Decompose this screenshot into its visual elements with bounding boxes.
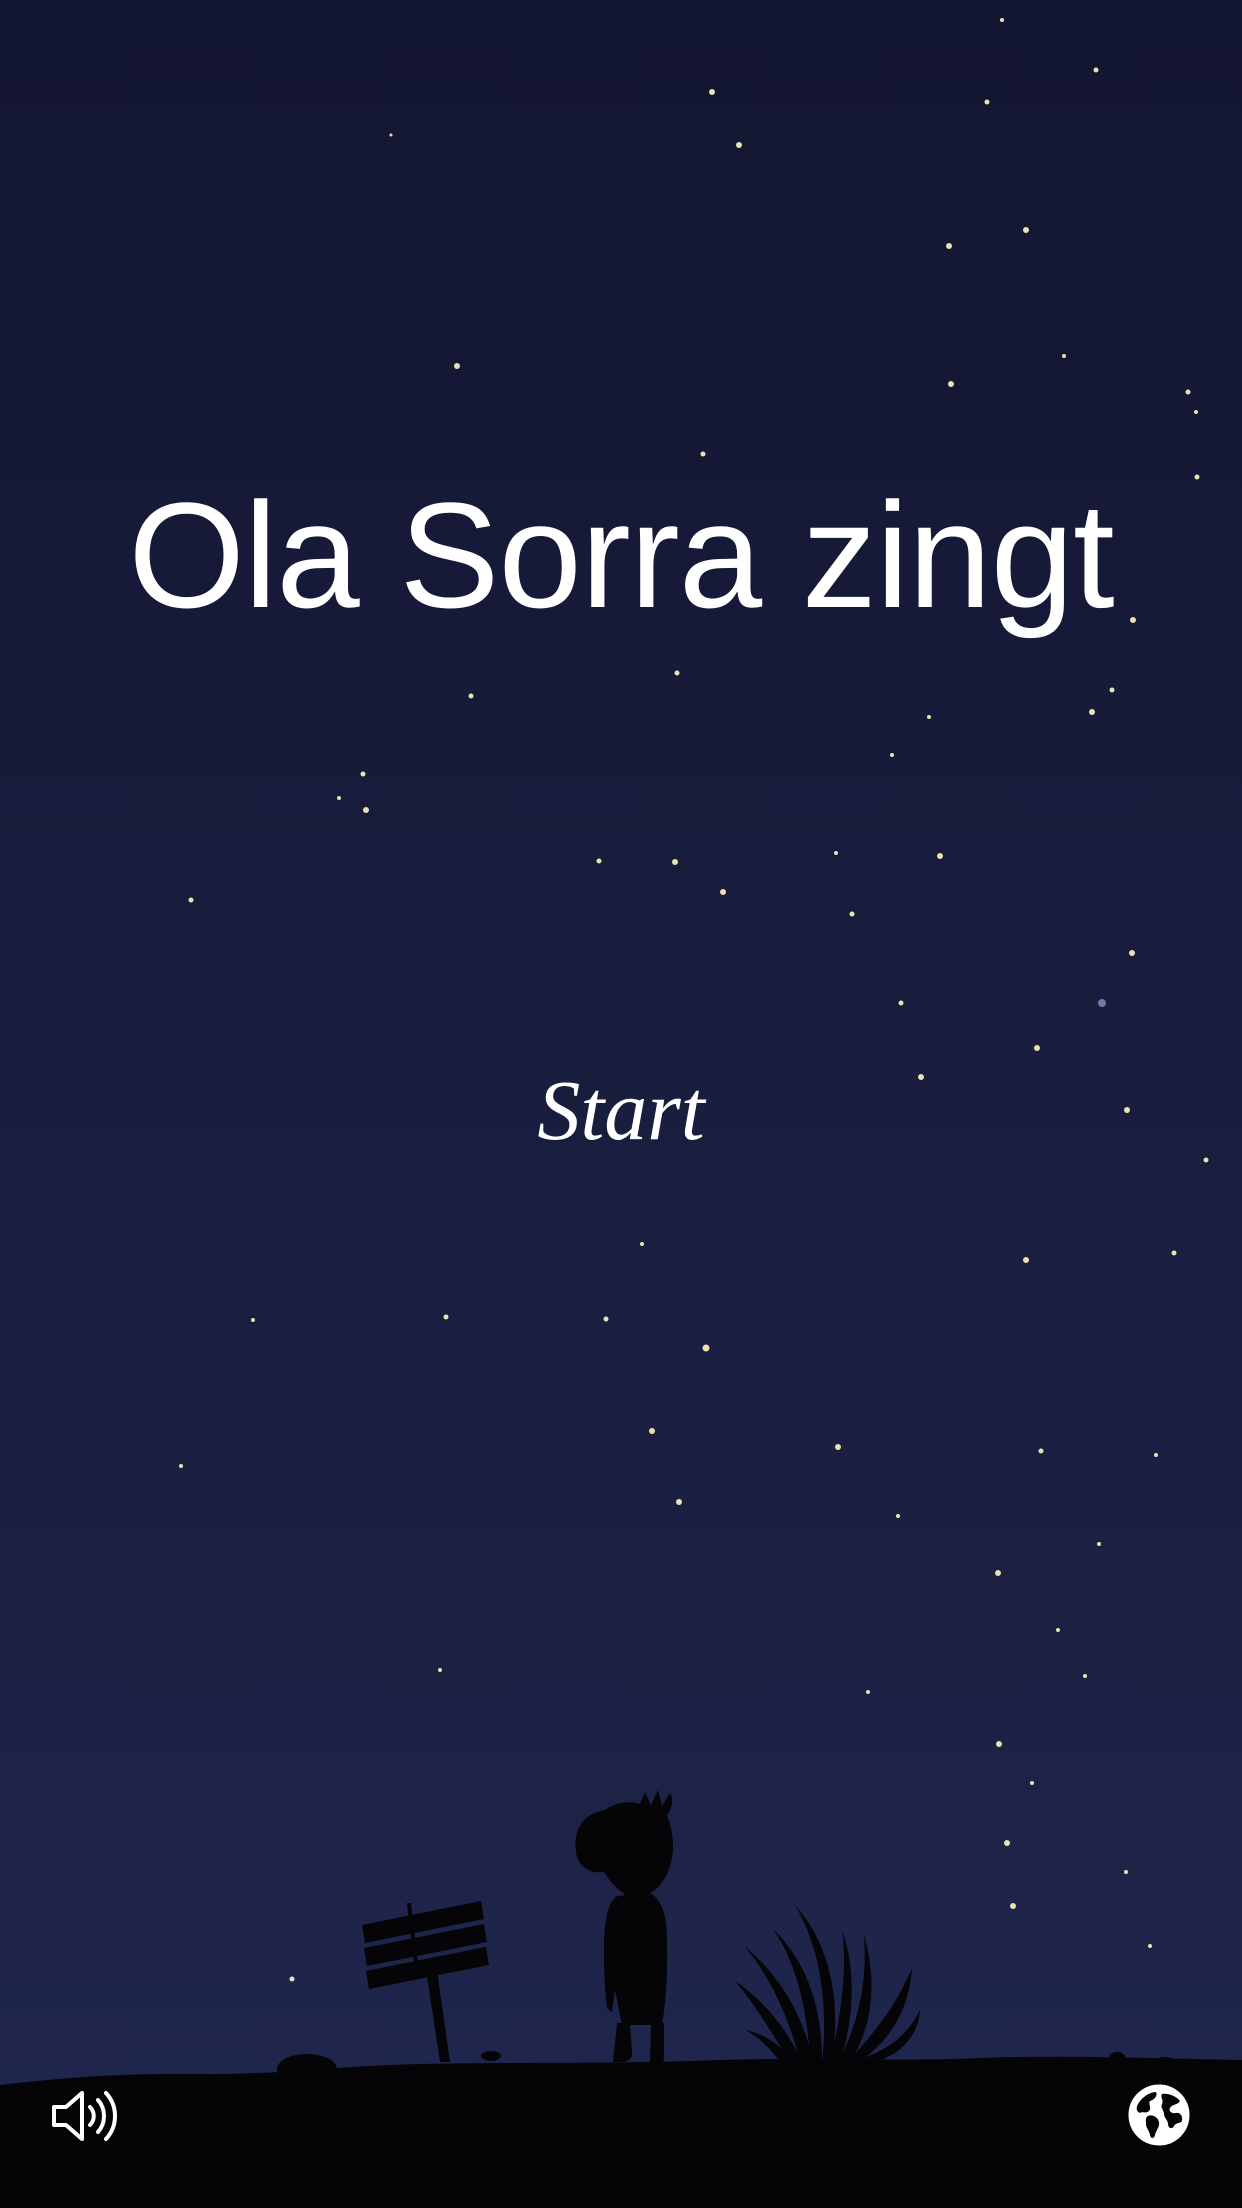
grass-silhouette [734, 1905, 920, 2064]
game-scene: Ola Sorra zingt Start [0, 0, 1242, 2208]
sound-toggle-button[interactable] [50, 2085, 120, 2147]
boy-silhouette [575, 1790, 674, 2063]
speaker-volume-icon [52, 2091, 117, 2141]
signpost-silhouette [362, 1901, 489, 2062]
start-button[interactable]: Start [471, 1050, 771, 1170]
globe-icon [1128, 2084, 1190, 2146]
language-button[interactable] [1128, 2084, 1190, 2146]
ground-silhouette [0, 1790, 1242, 2208]
game-title: Ola Sorra zingt [128, 471, 1114, 639]
